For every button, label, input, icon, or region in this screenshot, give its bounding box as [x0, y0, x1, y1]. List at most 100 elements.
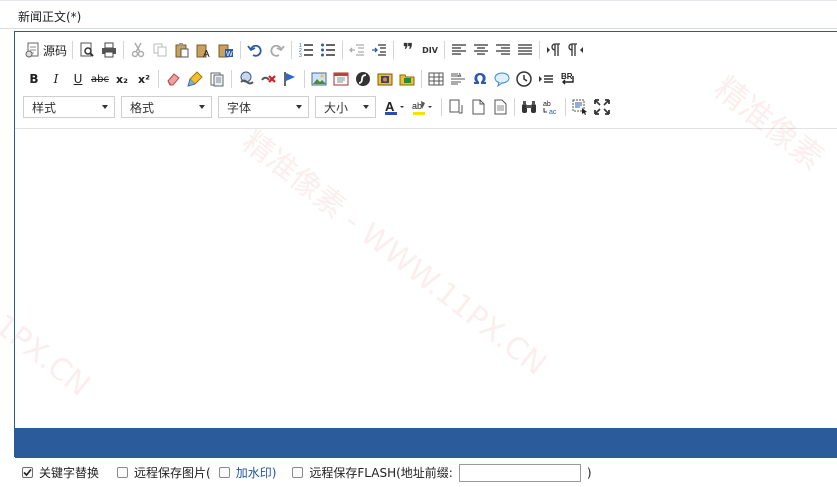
remove-format-button[interactable] [162, 68, 184, 90]
subscript-button[interactable]: x₂ [111, 68, 133, 90]
find-button[interactable] [518, 96, 540, 118]
align-left-icon [452, 44, 467, 55]
highlighter-icon: ab [412, 101, 432, 115]
paste-word-button[interactable]: W [215, 39, 237, 61]
keyword-replace-checkbox[interactable] [22, 467, 33, 478]
omega-icon: Ω [473, 70, 487, 88]
source-button[interactable]: 源码 [23, 39, 69, 61]
table-icon [428, 72, 444, 86]
format-combo[interactable]: 格式 [121, 96, 212, 118]
horizontal-rule-button[interactable]: A [447, 68, 469, 90]
label-divider [0, 28, 837, 29]
text-direction-rtl-button[interactable] [565, 39, 587, 61]
align-justify-button[interactable] [514, 39, 536, 61]
svg-text:A: A [385, 99, 395, 114]
align-right-button[interactable] [492, 39, 514, 61]
line-break-button[interactable]: BR [557, 68, 579, 90]
video-button[interactable] [374, 68, 396, 90]
toolbar-separator [240, 41, 242, 59]
toolbar-row-3: 样式 格式 字体 大小 A ab ab ac [23, 96, 613, 118]
select-all-icon [572, 99, 587, 115]
background-color-button[interactable]: ab [410, 96, 438, 118]
font-combo-label: 字体 [227, 100, 252, 115]
copy-icon [153, 43, 167, 57]
toolbar-separator [441, 98, 442, 116]
folder-image-icon [399, 74, 415, 86]
align-right-icon [496, 44, 511, 55]
replace-button[interactable]: ab ac [540, 96, 562, 118]
strikethrough-button[interactable]: abc [89, 68, 111, 90]
undo-icon [247, 44, 262, 57]
table-button[interactable] [425, 68, 447, 90]
toolbar-separator [539, 41, 541, 59]
font-color-button[interactable]: A [382, 96, 410, 118]
iframe-button[interactable] [513, 68, 535, 90]
align-center-button[interactable] [470, 39, 492, 61]
field-label: 新闻正文(*) [18, 10, 82, 24]
table-insert-button[interactable] [330, 68, 352, 90]
cut-button[interactable] [127, 39, 149, 61]
paste-button[interactable] [171, 39, 193, 61]
font-combo[interactable]: 字体 [218, 96, 309, 118]
preview-button[interactable] [76, 39, 98, 61]
new-page-button[interactable] [467, 96, 489, 118]
rtl-icon [568, 43, 584, 56]
print-button[interactable] [98, 39, 120, 61]
remote-flash-option: 远程保存FLASH(地址前缀: [292, 464, 453, 481]
paste-from-word-button[interactable] [206, 68, 228, 90]
show-blocks-button[interactable] [445, 96, 467, 118]
bullet-list-button[interactable] [317, 39, 339, 61]
link-button[interactable] [235, 68, 257, 90]
address-prefix-input[interactable] [458, 463, 581, 482]
paste-word-icon: W [218, 44, 234, 58]
emoticon-button[interactable] [396, 68, 418, 90]
maximize-button[interactable] [591, 96, 613, 118]
div-container-button[interactable]: DIV [419, 39, 441, 61]
image-button[interactable] [308, 68, 330, 90]
outdent-icon [349, 44, 365, 56]
remote-images-checkbox[interactable] [117, 467, 129, 478]
outdent-button[interactable] [346, 39, 368, 61]
underline-button[interactable]: U [67, 68, 89, 90]
redo-button[interactable] [266, 39, 288, 61]
align-left-button[interactable] [448, 39, 470, 61]
speech-bubble-icon [494, 72, 510, 87]
replace-icon: abac [543, 101, 557, 115]
size-combo[interactable]: 大小 [315, 96, 376, 118]
remote-flash-checkbox[interactable] [292, 467, 304, 478]
style-combo[interactable]: 样式 [23, 96, 115, 118]
templates-button[interactable] [489, 96, 511, 118]
blockquote-button[interactable]: ❞ [397, 39, 419, 61]
watermark-checkbox[interactable] [218, 467, 230, 478]
editor-statusbar [15, 428, 837, 458]
superscript-button[interactable]: x² [133, 68, 155, 90]
text-direction-ltr-button[interactable] [543, 39, 565, 61]
flash-button[interactable] [352, 68, 374, 90]
anchor-button[interactable] [279, 68, 301, 90]
bold-button[interactable]: B [23, 68, 45, 90]
flag-icon [284, 72, 295, 86]
editor-content-area[interactable] [15, 129, 837, 428]
page-break-button[interactable] [535, 68, 557, 90]
smiley-button[interactable] [491, 68, 513, 90]
editor-options-bar: 关键字替换 远程保存图片( 加水印) 远程保存FLASH(地址前缀: ) [0, 458, 837, 487]
unlink-button[interactable] [257, 68, 279, 90]
numbered-list-button[interactable]: 123 [295, 39, 317, 61]
chevron-down-icon [363, 105, 369, 109]
unlink-icon [261, 75, 276, 83]
paste-text-icon: A [196, 44, 210, 58]
toolbar-row-2: B I U abc x₂ x² A Ω BR [23, 68, 579, 90]
media-icon [333, 72, 349, 86]
special-char-button[interactable]: Ω [469, 68, 491, 90]
format-painter-button[interactable] [184, 68, 206, 90]
subscript-icon: x₂ [116, 72, 128, 86]
paste-text-button[interactable]: A [193, 39, 215, 61]
copy-button[interactable] [149, 39, 171, 61]
div-icon: DIV [422, 45, 438, 55]
undo-button[interactable] [244, 39, 266, 61]
clock-icon [516, 71, 532, 87]
select-all-button[interactable] [569, 96, 591, 118]
italic-button[interactable]: I [45, 68, 67, 90]
indent-button[interactable] [368, 39, 390, 61]
toolbar-separator [421, 70, 422, 88]
